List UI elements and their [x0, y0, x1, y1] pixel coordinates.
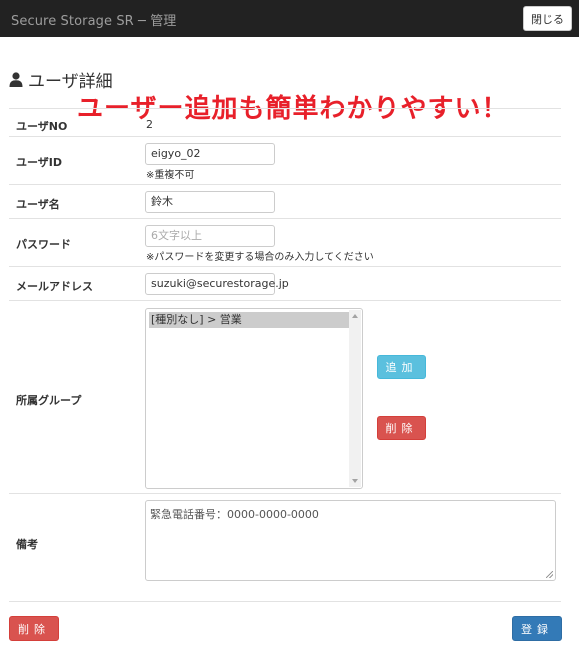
groups-listbox[interactable]: [種別なし] > 営業: [145, 308, 363, 489]
password-label: パスワード: [16, 238, 71, 251]
notes-text: 緊急電話番号：0000-0000-0000: [150, 508, 319, 521]
divider: [9, 266, 561, 267]
divider: [9, 601, 561, 602]
divider: [9, 300, 561, 301]
divider: [9, 108, 561, 109]
scroll-up-icon[interactable]: [352, 314, 358, 318]
delete-user-button[interactable]: 削除: [9, 616, 59, 641]
user-name-input[interactable]: 鈴木: [145, 191, 275, 213]
listbox-scrollbar[interactable]: [349, 310, 361, 487]
email-input[interactable]: suzuki@securestorage.jp: [145, 273, 289, 295]
notes-label: 備考: [16, 538, 38, 551]
groups-label: 所属グループ: [16, 394, 82, 407]
list-item[interactable]: [種別なし] > 営業: [149, 312, 349, 328]
divider: [9, 184, 561, 185]
close-button[interactable]: 閉じる: [523, 6, 572, 31]
user-no-value: 2: [146, 118, 153, 131]
user-no-label: ユーザNO: [16, 120, 68, 133]
email-label: メールアドレス: [16, 280, 93, 293]
divider: [9, 218, 561, 219]
divider: [9, 493, 561, 494]
register-button[interactable]: 登録: [512, 616, 562, 641]
divider: [9, 136, 561, 137]
user-id-input[interactable]: eigyo_02: [145, 143, 275, 165]
resize-grip-icon[interactable]: [546, 571, 553, 578]
password-help: ※パスワードを変更する場合のみ入力してください: [146, 252, 374, 263]
user-name-label: ユーザ名: [16, 198, 60, 211]
top-navbar: Secure Storage SR ─ 管理 閉じる: [0, 0, 579, 37]
user-icon: [9, 72, 23, 87]
remove-group-button[interactable]: 削除: [377, 416, 426, 440]
user-id-help: ※重複不可: [146, 170, 195, 181]
notes-textarea[interactable]: 緊急電話番号：0000-0000-0000: [145, 500, 556, 581]
add-group-button[interactable]: 追加: [377, 355, 426, 379]
user-id-label: ユーザID: [16, 156, 63, 169]
password-input[interactable]: 6文字以上: [145, 225, 275, 247]
promo-banner: ユーザー追加も簡単わかりやすい！: [77, 94, 509, 124]
scroll-down-icon[interactable]: [352, 479, 358, 483]
app-brand: Secure Storage SR ─ 管理: [11, 14, 177, 29]
